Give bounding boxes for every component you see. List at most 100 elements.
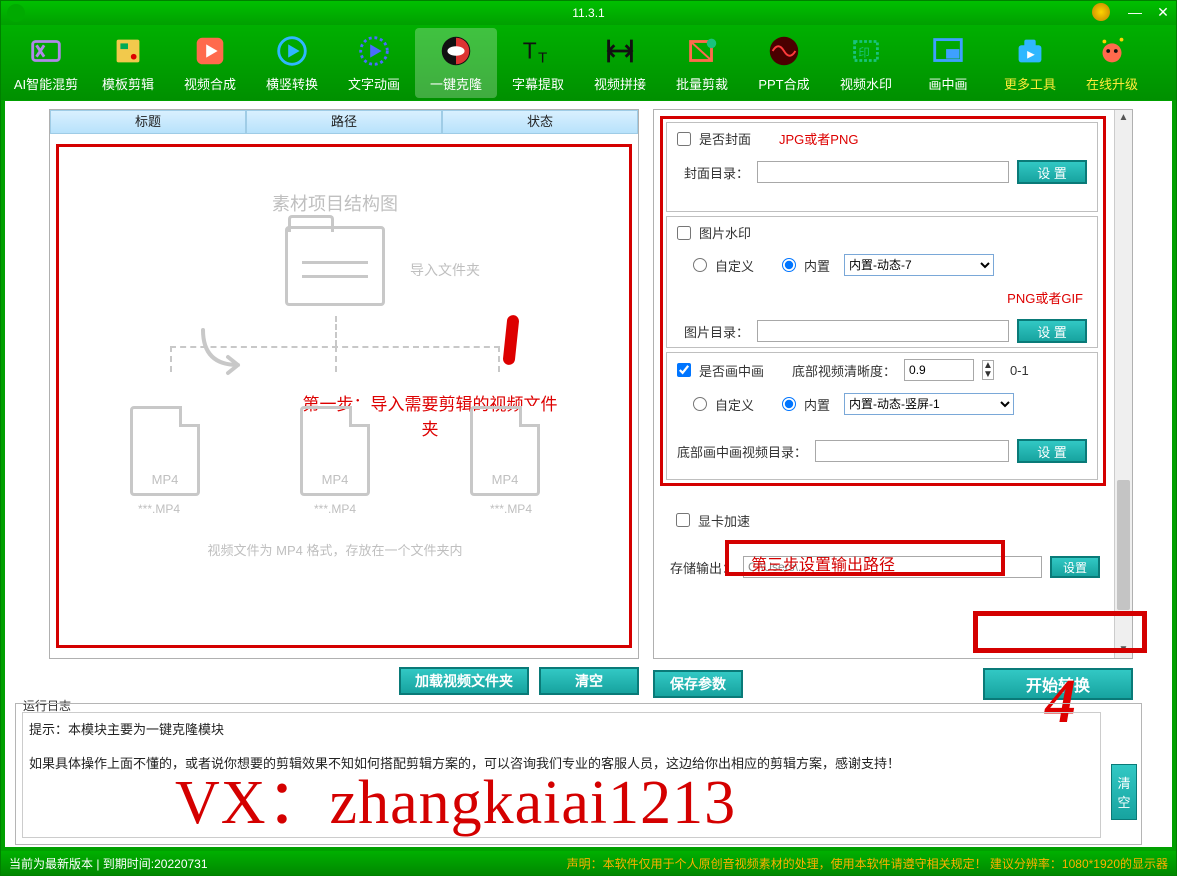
pip-dir-label: 底部画中画视频目录： bbox=[677, 442, 807, 461]
pip-builtin-radio[interactable] bbox=[782, 397, 796, 411]
main-area: 标题 路径 状态 素材项目结构图 导入文件夹 第一步：导入需要剪辑的视频文件夹 bbox=[5, 101, 1172, 847]
close-button[interactable]: ✕ bbox=[1154, 3, 1172, 21]
wm-label: 图片水印 bbox=[699, 223, 751, 242]
cover-dir-button[interactable]: 设 置 bbox=[1017, 160, 1087, 184]
video-wm-icon: 印 bbox=[847, 32, 885, 70]
wm-checkbox[interactable] bbox=[677, 226, 691, 240]
col-status[interactable]: 状态 bbox=[442, 110, 638, 134]
cover-hint: JPG或者PNG bbox=[779, 129, 858, 148]
vip-badge-icon[interactable] bbox=[1092, 3, 1110, 21]
pip-clarity-label: 底部视频清晰度： bbox=[792, 361, 896, 380]
wm-dir-button[interactable]: 设 置 bbox=[1017, 319, 1087, 343]
status-right: 声明：本软件仅用于个人原创音视频素材的处理，使用本软件请遵守相关规定！ 建议分辨… bbox=[567, 855, 1168, 872]
mp4-file-icon: MP4 bbox=[470, 406, 540, 496]
main-toolbar: AI智能混剪 模板剪辑 视频合成 横竖转换 文字动画 一键克隆 TT 字幕提取 视频拼接批量剪裁… bbox=[1, 25, 1176, 100]
log-clear-button[interactable]: 清空 bbox=[1111, 764, 1137, 820]
toolbar-label: 在线升级 bbox=[1086, 74, 1138, 93]
right-panel: ▲ ▼ 是否封面 JPG或者PNG 封面目录： 设 置 2 第二步设置参数，不会… bbox=[653, 109, 1133, 659]
toolbar-label: 更多工具 bbox=[1004, 74, 1056, 93]
annotation-text-3: 第三步设置输出路径 bbox=[751, 551, 895, 575]
right-scrollbar[interactable]: ▲ ▼ bbox=[1114, 110, 1132, 658]
pip-dir-input[interactable] bbox=[815, 440, 1009, 462]
pip-range: 0-1 bbox=[1010, 363, 1029, 378]
toolbar-template-edit[interactable]: 模板剪辑 bbox=[87, 28, 169, 98]
template-edit-icon bbox=[109, 32, 147, 70]
toolbar-subtitle-extract[interactable]: TT 字幕提取 bbox=[497, 28, 579, 98]
wm-builtin-select[interactable]: 内置-动态-7 bbox=[844, 254, 994, 276]
toolbar-label: AI智能混剪 bbox=[14, 74, 78, 93]
clear-list-button[interactable]: 清空 bbox=[539, 667, 639, 695]
toolbar-label: 字幕提取 bbox=[512, 74, 564, 93]
structure-diagram: 素材项目结构图 导入文件夹 第一步：导入需要剪辑的视频文件夹 MP4 bbox=[110, 190, 560, 559]
cover-dir-input[interactable] bbox=[757, 161, 1009, 183]
save-params-button[interactable]: 保存参数 bbox=[653, 670, 743, 698]
toolbar-label: 视频拼接 bbox=[594, 74, 646, 93]
toolbar-label: PPT合成 bbox=[758, 74, 809, 93]
pip-icon bbox=[929, 32, 967, 70]
toolbar-label: 一键克隆 bbox=[430, 74, 482, 93]
subtitle-extract-icon: TT bbox=[519, 32, 557, 70]
mp4-label: ***.MP4 bbox=[138, 502, 180, 516]
folder-icon bbox=[285, 226, 385, 306]
diagram-title: 素材项目结构图 bbox=[110, 190, 560, 216]
import-hint: 导入文件夹 bbox=[410, 260, 480, 280]
wm-dir-input[interactable] bbox=[757, 320, 1009, 342]
toolbar-label: 模板剪辑 bbox=[102, 74, 154, 93]
toolbar-orient-convert[interactable]: 横竖转换 bbox=[251, 28, 333, 98]
status-left: 当前为最新版本 | 到期时间:20220731 bbox=[9, 855, 208, 872]
ai-mix-icon bbox=[27, 32, 65, 70]
diagram-note: 视频文件为 MP4 格式，存放在一个文件夹内 bbox=[110, 540, 560, 559]
toolbar-batch-trim[interactable]: 批量剪裁 bbox=[661, 28, 743, 98]
pip-dir-button[interactable]: 设 置 bbox=[1017, 439, 1087, 463]
wm-custom-radio[interactable] bbox=[693, 258, 707, 272]
orient-convert-icon bbox=[273, 32, 311, 70]
pip-builtin-select[interactable]: 内置-动态-竖屏-1 bbox=[844, 393, 1014, 415]
pip-label: 是否画中画 bbox=[699, 361, 764, 380]
scroll-thumb[interactable] bbox=[1117, 480, 1130, 610]
toolbar-label: 画中画 bbox=[928, 74, 967, 93]
pip-checkbox[interactable] bbox=[677, 363, 691, 377]
toolbar-pip[interactable]: 画中画 bbox=[907, 28, 989, 98]
toolbar-ppt-merge[interactable]: PPT合成 bbox=[743, 28, 825, 98]
scroll-up-icon[interactable]: ▲ bbox=[1115, 110, 1132, 126]
log-line: 提示：本模块主要为一键克隆模块 bbox=[29, 719, 1094, 738]
gpu-checkbox[interactable] bbox=[676, 513, 690, 527]
cover-checkbox[interactable] bbox=[677, 132, 691, 146]
toolbar-more-tools[interactable]: 更多工具 bbox=[989, 28, 1071, 98]
toolbar-label: 文字动画 bbox=[348, 74, 400, 93]
col-title[interactable]: 标题 bbox=[50, 110, 246, 134]
batch-trim-icon bbox=[683, 32, 721, 70]
mp4-file-icon: MP4 bbox=[130, 406, 200, 496]
online-upgrade-icon bbox=[1093, 32, 1131, 70]
toolbar-ai-mix[interactable]: AI智能混剪 bbox=[5, 28, 87, 98]
mp4-label: ***.MP4 bbox=[314, 502, 356, 516]
wm-builtin-radio[interactable] bbox=[782, 258, 796, 272]
app-version: 11.3.1 bbox=[572, 6, 604, 20]
video-merge-icon bbox=[191, 32, 229, 70]
output-set-button[interactable]: 设置 bbox=[1050, 556, 1100, 578]
pip-custom-radio[interactable] bbox=[693, 397, 707, 411]
spinner-icon[interactable]: ▲▼ bbox=[982, 360, 994, 380]
toolbar-video-merge[interactable]: 视频合成 bbox=[169, 28, 251, 98]
col-path[interactable]: 路径 bbox=[246, 110, 442, 134]
minimize-button[interactable]: — bbox=[1126, 3, 1144, 21]
video-concat-icon bbox=[601, 32, 639, 70]
load-folder-button[interactable]: 加载视频文件夹 bbox=[399, 667, 529, 695]
cover-dir-label: 封面目录： bbox=[677, 163, 749, 182]
wm-builtin-label: 内置 bbox=[804, 256, 830, 275]
toolbar-online-upgrade[interactable]: 在线升级 bbox=[1071, 28, 1153, 98]
pip-clarity-input[interactable] bbox=[904, 359, 974, 381]
wm-custom-label: 自定义 bbox=[715, 256, 754, 275]
toolbar-video-concat[interactable]: 视频拼接 bbox=[579, 28, 661, 98]
watermark-group: 图片水印 自定义 内置 内置-动态-7 PNG或者GIF 图片目录： 设 置 bbox=[666, 216, 1098, 348]
wm-hint: PNG或者GIF bbox=[1007, 288, 1083, 307]
toolbar-label: 视频合成 bbox=[184, 74, 236, 93]
toolbar-text-anim[interactable]: 文字动画 bbox=[333, 28, 415, 98]
annotation-box-4 bbox=[973, 611, 1147, 653]
wm-dir-label: 图片目录： bbox=[677, 322, 749, 341]
toolbar-video-wm[interactable]: 印视频水印 bbox=[825, 28, 907, 98]
mp4-label: ***.MP4 bbox=[490, 502, 532, 516]
toolbar-label: 横竖转换 bbox=[266, 74, 318, 93]
left-panel: 标题 路径 状态 素材项目结构图 导入文件夹 第一步：导入需要剪辑的视频文件夹 bbox=[49, 109, 639, 659]
toolbar-one-click-clone[interactable]: 一键克隆 bbox=[415, 28, 497, 98]
